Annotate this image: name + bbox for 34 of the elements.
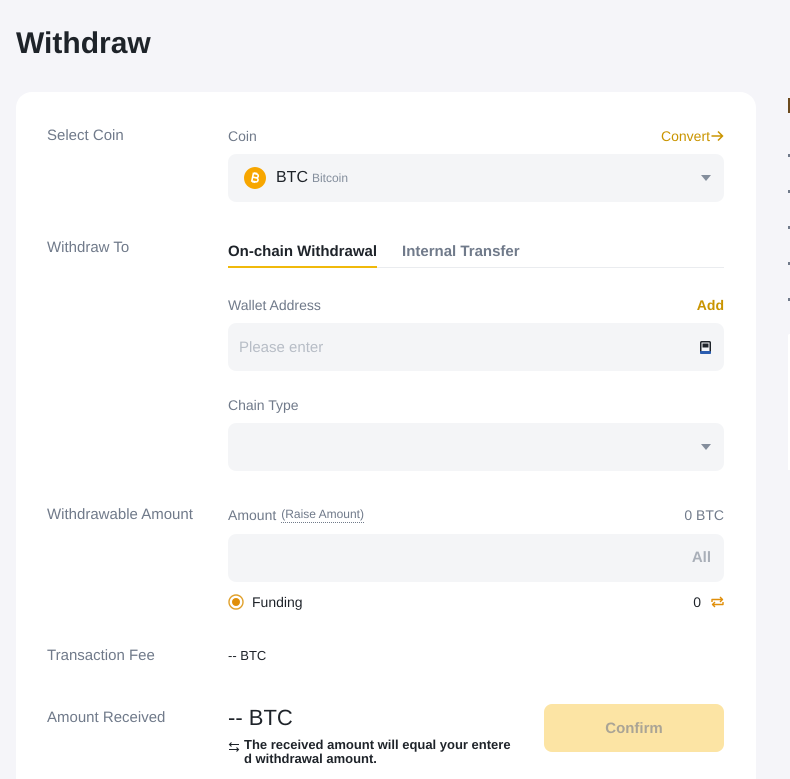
arrows-icon [228, 741, 240, 753]
side-heading-edge [788, 98, 790, 113]
wallet-address-field[interactable]: Please enter [228, 323, 724, 371]
tab[interactable]: On-chain Withdrawal [228, 238, 378, 268]
radio-button[interactable] [228, 594, 244, 610]
available-balance: 0 BTC [684, 506, 724, 525]
page-title: Withdraw [16, 26, 151, 62]
fee-value: -- BTC [228, 647, 266, 665]
row-label: Transaction Fee [47, 646, 155, 666]
arrow-right-icon [711, 130, 724, 142]
field-label: Wallet Address [228, 296, 321, 315]
row-label: Amount Received [47, 708, 166, 728]
field-label: Amount [228, 506, 276, 525]
received-note: The received amount will equal your entered withdrawal amount. [244, 738, 512, 766]
coin-symbol: BTC [276, 168, 308, 188]
tab[interactable]: Internal Transfer [402, 238, 520, 268]
received-value: -- BTC [228, 704, 293, 732]
convert-link[interactable]: Convert [660, 126, 724, 146]
row-label: Withdraw To [47, 238, 130, 258]
bitcoin-icon [244, 167, 266, 189]
swap-icon [711, 596, 724, 608]
address-book-icon[interactable] [700, 340, 711, 354]
account-name: Funding [252, 593, 303, 612]
row-label: Select Coin [47, 126, 124, 146]
field-label: Coin [228, 127, 257, 146]
row-label: Withdrawable Amount [47, 505, 193, 525]
add-link[interactable]: Add [696, 295, 724, 315]
caret-icon [701, 444, 711, 450]
caret-icon [701, 175, 711, 181]
coin-select[interactable]: BTC Bitcoin [228, 154, 724, 202]
raise-amount-link[interactable]: (Raise Amount) [281, 507, 364, 523]
coin-name: Bitcoin [312, 170, 348, 187]
account-balance: 0 [693, 593, 701, 612]
field-label: Chain Type [228, 396, 299, 415]
